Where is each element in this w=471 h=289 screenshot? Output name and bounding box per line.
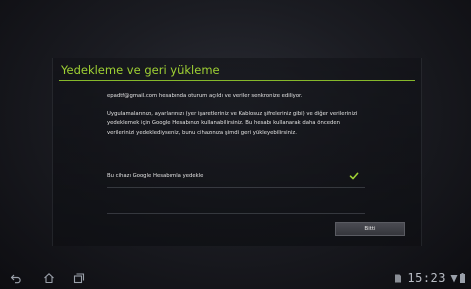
wifi-icon [450, 274, 458, 282]
title-divider [59, 80, 415, 81]
footer-divider [107, 213, 365, 214]
account-status-text: epadtf@gmail.com hesabında oturum açıldı… [107, 93, 303, 99]
backup-option-row[interactable]: Bu cihazı Google Hesabımla yedekle [107, 169, 365, 188]
home-icon[interactable] [43, 272, 55, 284]
clock: 15:23 [407, 271, 446, 285]
back-icon[interactable] [10, 272, 22, 284]
checkmark-icon[interactable] [349, 171, 359, 181]
status-area[interactable]: 15:23 [394, 271, 465, 285]
setup-screen: Yedekleme ve geri yükleme epadtf@gmail.c… [0, 0, 471, 289]
system-navigation-bar: 15:23 [0, 267, 471, 289]
sd-card-icon [395, 274, 402, 282]
backup-description: Uygulamalarınızı, ayarlarınızı (yer işar… [107, 111, 358, 136]
page-title: Yedekleme ve geri yükleme [61, 63, 220, 77]
battery-icon [460, 273, 465, 283]
backup-option-label: Bu cihazı Google Hesabımla yedekle [107, 173, 204, 179]
finish-button[interactable]: Bitti [335, 222, 405, 236]
backup-restore-panel: Yedekleme ve geri yükleme epadtf@gmail.c… [52, 58, 422, 246]
recent-apps-icon[interactable] [73, 272, 85, 284]
